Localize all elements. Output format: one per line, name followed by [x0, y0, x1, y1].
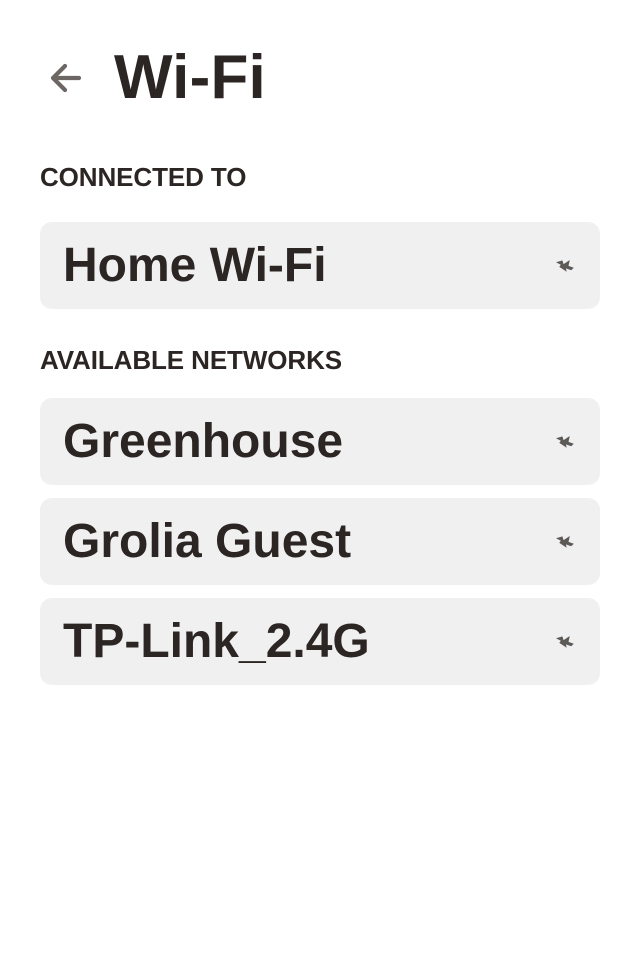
available-network-card[interactable]: TP-Link_2.4G — [40, 598, 600, 685]
network-name: TP-Link_2.4G — [63, 614, 370, 668]
page-title: Wi-Fi — [114, 43, 266, 112]
connected-network-card[interactable]: Home Wi-Fi — [40, 222, 600, 309]
back-arrow-icon — [44, 56, 88, 100]
signal-icon — [554, 431, 576, 453]
signal-icon — [554, 531, 576, 553]
network-name: Grolia Guest — [63, 514, 352, 568]
network-name: Home Wi-Fi — [63, 238, 327, 292]
signal-icon — [554, 255, 576, 277]
available-section-label: AVAILABLE NETWORKS — [40, 345, 342, 375]
network-name: Greenhouse — [63, 414, 344, 468]
available-network-card[interactable]: Grolia Guest — [40, 498, 600, 585]
signal-icon — [554, 631, 576, 653]
back-button[interactable] — [40, 52, 92, 104]
available-network-card[interactable]: Greenhouse — [40, 398, 600, 485]
header: Wi-Fi — [40, 42, 266, 114]
connected-section-label: CONNECTED TO — [40, 162, 247, 192]
